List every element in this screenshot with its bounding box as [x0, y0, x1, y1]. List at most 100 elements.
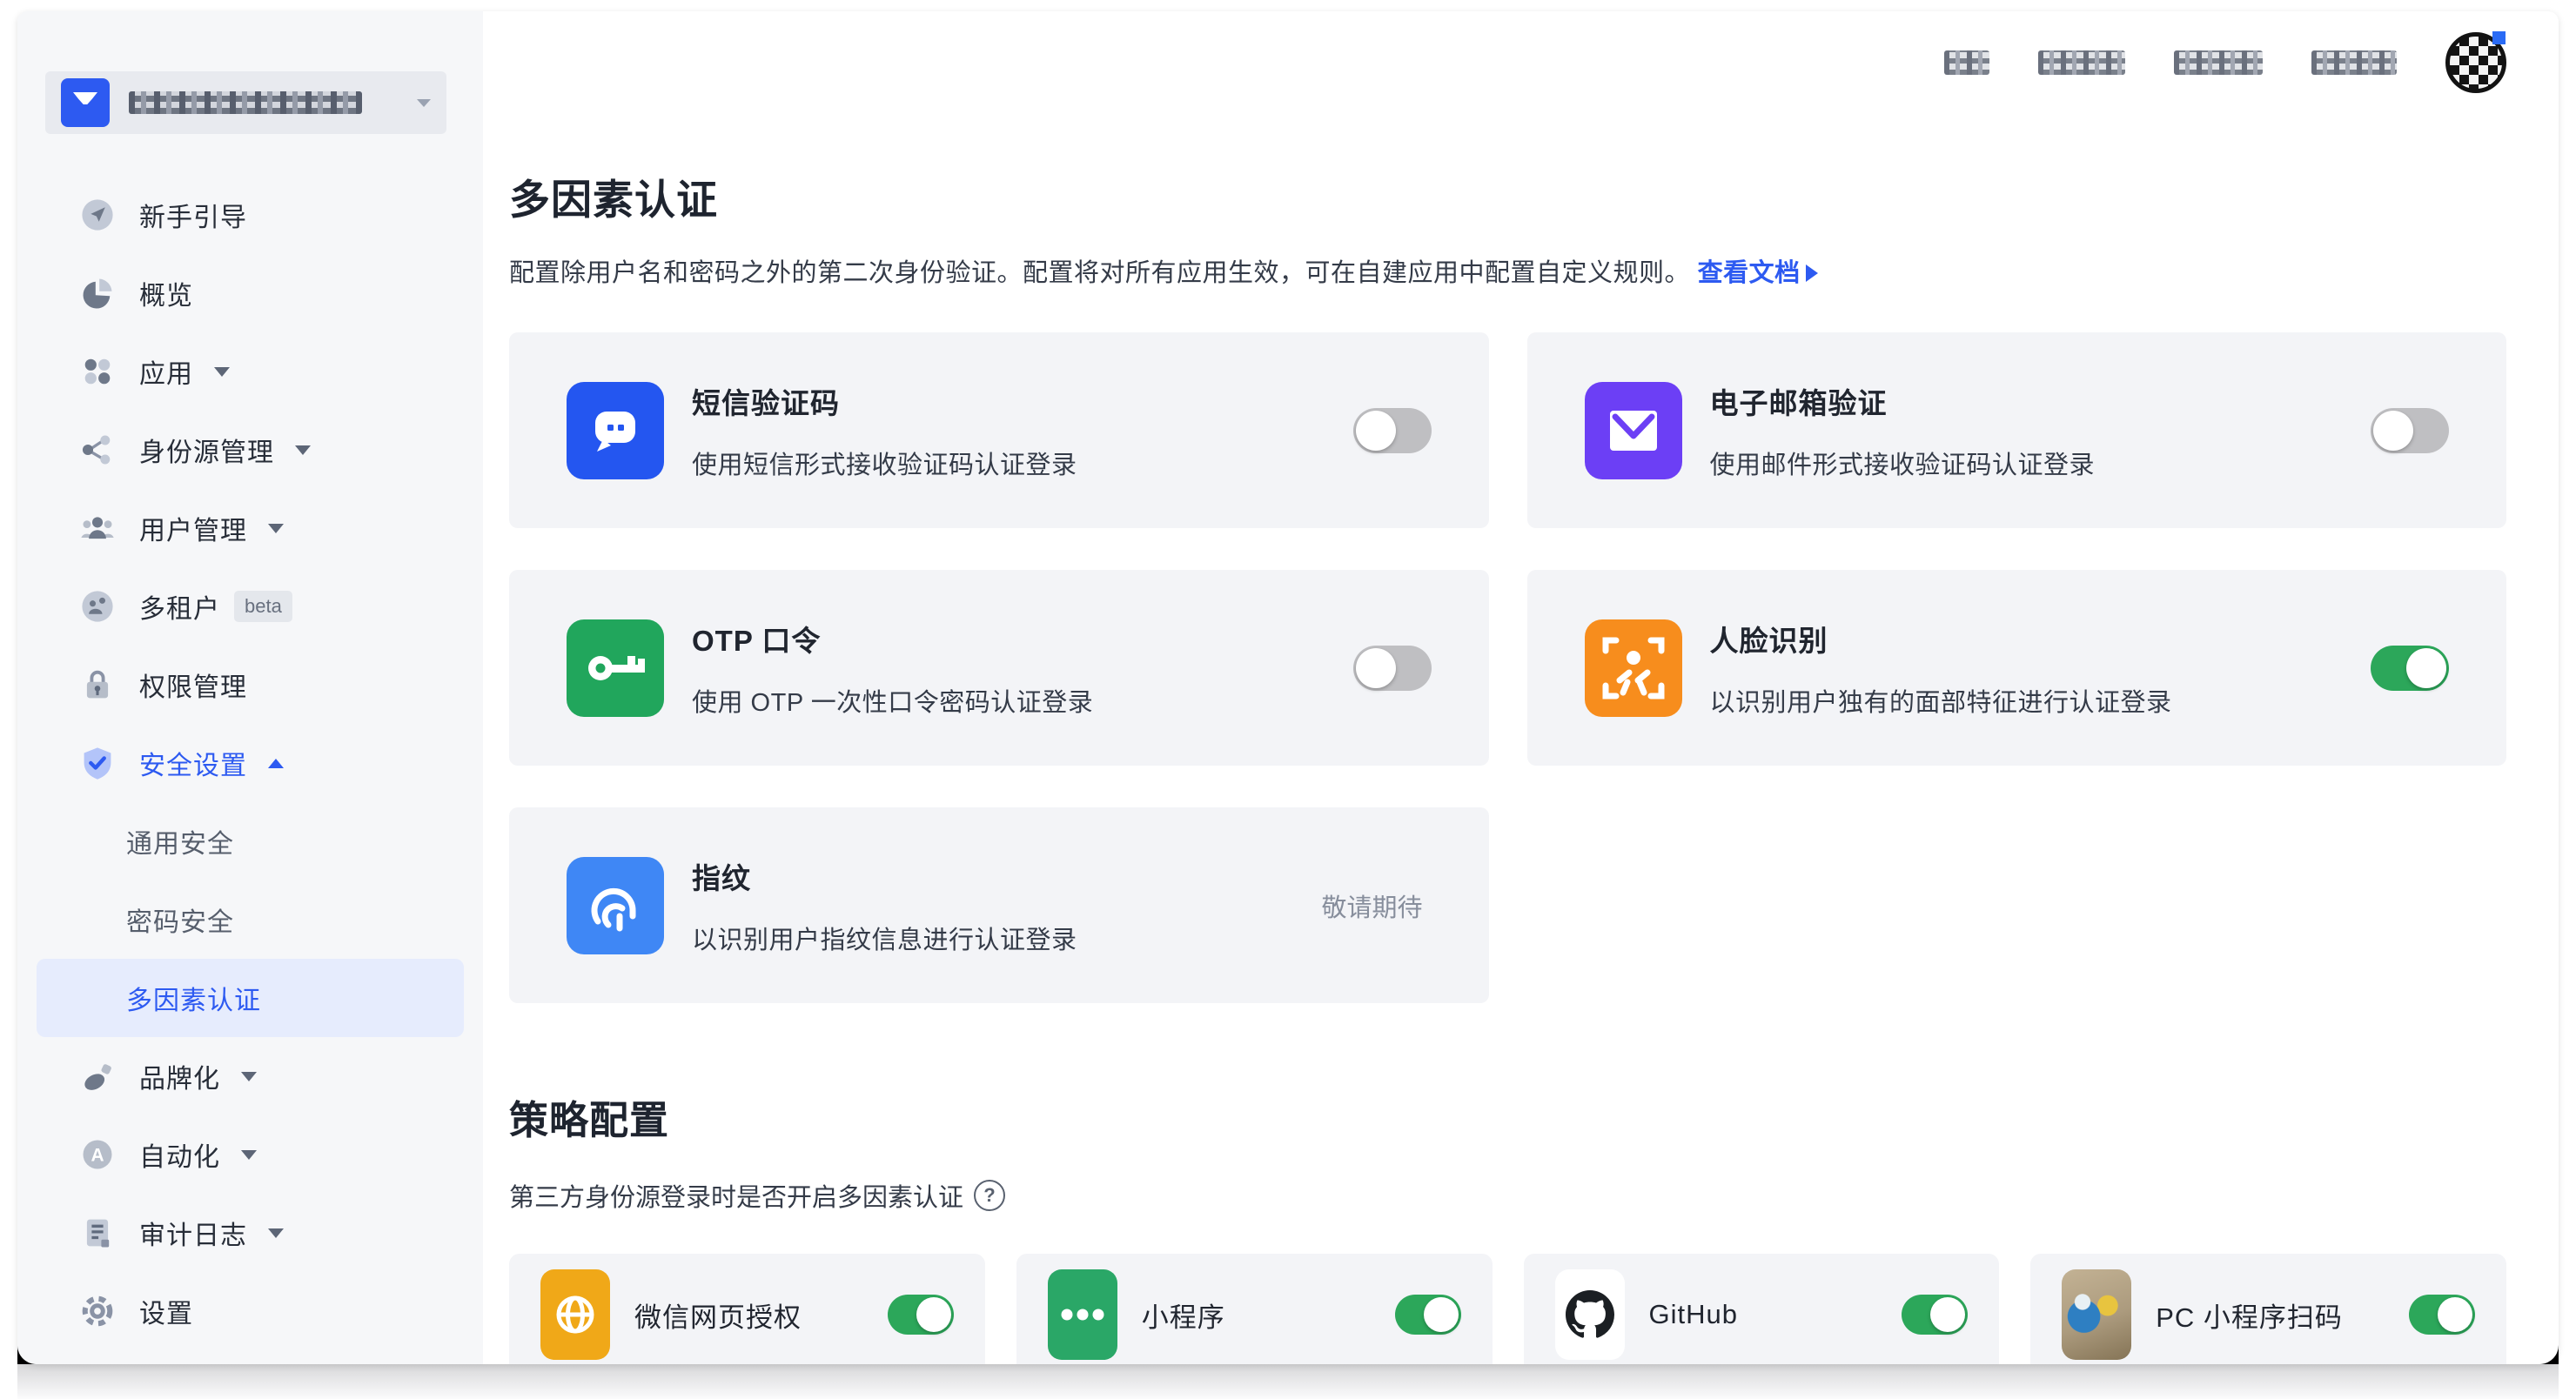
- sidebar-subitem-password-security[interactable]: 密码安全: [37, 880, 464, 959]
- email-toggle[interactable]: [2371, 407, 2449, 453]
- provider-name: 小程序: [1141, 1302, 1225, 1333]
- sidebar-item-security-settings[interactable]: 安全设置: [37, 724, 464, 802]
- sidebar-item-identity-sources[interactable]: 身份源管理: [37, 411, 464, 489]
- view-docs-link[interactable]: 查看文档: [1698, 259, 1818, 287]
- provider-name: GitHub: [1648, 1299, 1738, 1330]
- svg-text:A: A: [91, 1146, 104, 1166]
- toggle-knob: [2373, 410, 2413, 451]
- provider-card-miniprogram: 小程序: [1016, 1254, 1493, 1364]
- automation-icon: A: [78, 1135, 117, 1174]
- sidebar-item-overview[interactable]: 概览: [37, 254, 464, 332]
- provider-name: 微信网页授权: [634, 1302, 802, 1333]
- sidebar-item-user-management[interactable]: 用户管理: [37, 489, 464, 567]
- miniprogram-toggle[interactable]: [1394, 1295, 1461, 1335]
- sidebar-item-audit-logs[interactable]: 审计日志: [37, 1194, 464, 1272]
- page-description: 配置除用户名和密码之外的第二次身份验证。配置将对所有应用生效，可在自建应用中配置…: [509, 252, 2506, 289]
- mfa-card-text: 电子邮箱验证 使用邮件形式接收验证码认证登录: [1710, 380, 2371, 481]
- email-icon: [1584, 381, 1682, 479]
- sidebar-item-label: 新手引导: [139, 204, 247, 232]
- github-toggle[interactable]: [1902, 1295, 1969, 1335]
- avatar[interactable]: [2445, 31, 2506, 93]
- sidebar-item-guide[interactable]: 新手引导: [37, 176, 464, 254]
- sidebar-item-label: 自动化: [139, 1143, 220, 1172]
- beta-badge: beta: [234, 591, 292, 622]
- guide-icon: [78, 196, 117, 234]
- pc-miniprogram-toggle[interactable]: [2409, 1295, 2475, 1335]
- toggle-knob: [1355, 647, 1396, 688]
- mfa-card-desc: 以识别用户独有的面部特征进行认证登录: [1709, 688, 2172, 717]
- policy-description-text: 第三方身份源登录时是否开启多因素认证: [509, 1184, 964, 1213]
- audit-log-icon: [78, 1214, 117, 1252]
- mfa-card-title: 短信验证码: [692, 386, 840, 419]
- chevron-down-icon: [268, 523, 284, 533]
- mfa-card-title: 指纹: [692, 861, 751, 894]
- mfa-card-desc: 以识别用户指纹信息进行认证登录: [692, 926, 1077, 954]
- main-content: 多因素认证 配置除用户名和密码之外的第二次身份验证。配置将对所有应用生效，可在自…: [483, 11, 2559, 1364]
- sidebar-item-label: 概览: [139, 282, 193, 311]
- brush-icon: [78, 1057, 117, 1095]
- mfa-card-title: OTP 口令: [692, 624, 822, 657]
- sidebar-item-permissions[interactable]: 权限管理: [37, 646, 464, 724]
- chevron-down-icon: [241, 1149, 257, 1160]
- policy-description: 第三方身份源登录时是否开启多因素认证 ?: [509, 1177, 2506, 1214]
- screenshot-stage: 新手引导 概览 应用 身份源管理 用户管理 多租户 beta 权限管理 安全设置…: [0, 0, 2576, 1399]
- sms-toggle[interactable]: [1352, 407, 1432, 453]
- header-item-redacted-1[interactable]: [1944, 50, 1989, 75]
- shield-check-icon: [78, 744, 117, 782]
- wechat-web-toggle[interactable]: [887, 1295, 954, 1335]
- overview-icon: [78, 274, 117, 312]
- workspace-name-redacted: [129, 91, 362, 114]
- sidebar-item-label: 身份源管理: [139, 438, 274, 467]
- mfa-card-desc: 使用短信形式接收验证码认证登录: [692, 451, 1077, 479]
- header-item-redacted-3[interactable]: [2174, 50, 2263, 75]
- mfa-card-sms: 短信验证码 使用短信形式接收验证码认证登录: [509, 332, 1489, 528]
- toggle-knob: [1423, 1297, 1459, 1333]
- toggle-knob: [2438, 1297, 2472, 1333]
- header-item-redacted-4[interactable]: [2311, 50, 2397, 75]
- mfa-card-text: 短信验证码 使用短信形式接收验证码认证登录: [692, 380, 1353, 481]
- toggle-knob: [2406, 647, 2446, 688]
- mfa-card-title: 电子邮箱验证: [1709, 386, 1888, 419]
- sidebar-subitem-general-security[interactable]: 通用安全: [37, 802, 464, 880]
- sidebar-subitem-mfa[interactable]: 多因素认证: [37, 959, 464, 1037]
- chevron-up-icon: [268, 758, 284, 768]
- window-shadow: [17, 1364, 2559, 1399]
- sidebar-item-label: 设置: [139, 1300, 193, 1329]
- sidebar-item-multi-tenant[interactable]: 多租户 beta: [37, 567, 464, 646]
- sidebar-item-label: 权限管理: [139, 673, 247, 702]
- sidebar-item-apps[interactable]: 应用: [37, 332, 464, 411]
- help-icon[interactable]: ?: [974, 1180, 1006, 1212]
- mfa-card-title: 人脸识别: [1709, 624, 1828, 657]
- mfa-card-face: 人脸识别 以识别用户独有的面部特征进行认证登录: [1526, 570, 2506, 766]
- otp-toggle[interactable]: [1352, 645, 1432, 691]
- mfa-card-desc: 使用 OTP 一次性口令密码认证登录: [692, 688, 1094, 717]
- page-description-text: 配置除用户名和密码之外的第二次身份验证。配置将对所有应用生效，可在自建应用中配置…: [509, 259, 1691, 287]
- chevron-down-icon: [417, 98, 431, 107]
- wechat-web-icon: [540, 1269, 610, 1361]
- pc-miniprogram-icon: [2062, 1269, 2132, 1361]
- notification-dot: [2492, 31, 2506, 44]
- provider-card-github: GitHub: [1523, 1254, 2000, 1364]
- coming-soon-label: 敬请期待: [1321, 894, 1423, 922]
- provider-card-pc-miniprogram: PC 小程序扫码: [2030, 1254, 2506, 1364]
- provider-card-grid: 微信网页授权 小程序 GitHub PC 小程序扫码: [509, 1254, 2506, 1364]
- sms-icon: [567, 381, 664, 479]
- lock-icon: [78, 666, 117, 704]
- chevron-down-icon: [295, 445, 311, 455]
- github-icon: [1554, 1269, 1625, 1361]
- header-item-redacted-2[interactable]: [2038, 50, 2125, 75]
- sidebar-item-settings[interactable]: 设置: [37, 1272, 464, 1350]
- toggle-knob: [1930, 1297, 1966, 1333]
- sidebar-item-label: 用户管理: [139, 517, 247, 546]
- workspace-switcher[interactable]: [45, 71, 446, 134]
- otp-key-icon: [567, 619, 664, 717]
- mfa-card-fingerprint: 指纹 以识别用户指纹信息进行认证登录 敬请期待: [509, 807, 1489, 1003]
- miniprogram-icon: [1047, 1269, 1117, 1361]
- sidebar-item-automation[interactable]: A 自动化: [37, 1115, 464, 1194]
- sidebar-item-branding[interactable]: 品牌化: [37, 1037, 464, 1115]
- face-toggle[interactable]: [2371, 645, 2449, 691]
- mfa-card-text: 人脸识别 以识别用户独有的面部特征进行认证登录: [1710, 618, 2371, 719]
- sidebar-item-label: 应用: [139, 360, 193, 389]
- view-docs-label: 查看文档: [1697, 259, 1801, 287]
- toggle-knob: [1355, 410, 1396, 451]
